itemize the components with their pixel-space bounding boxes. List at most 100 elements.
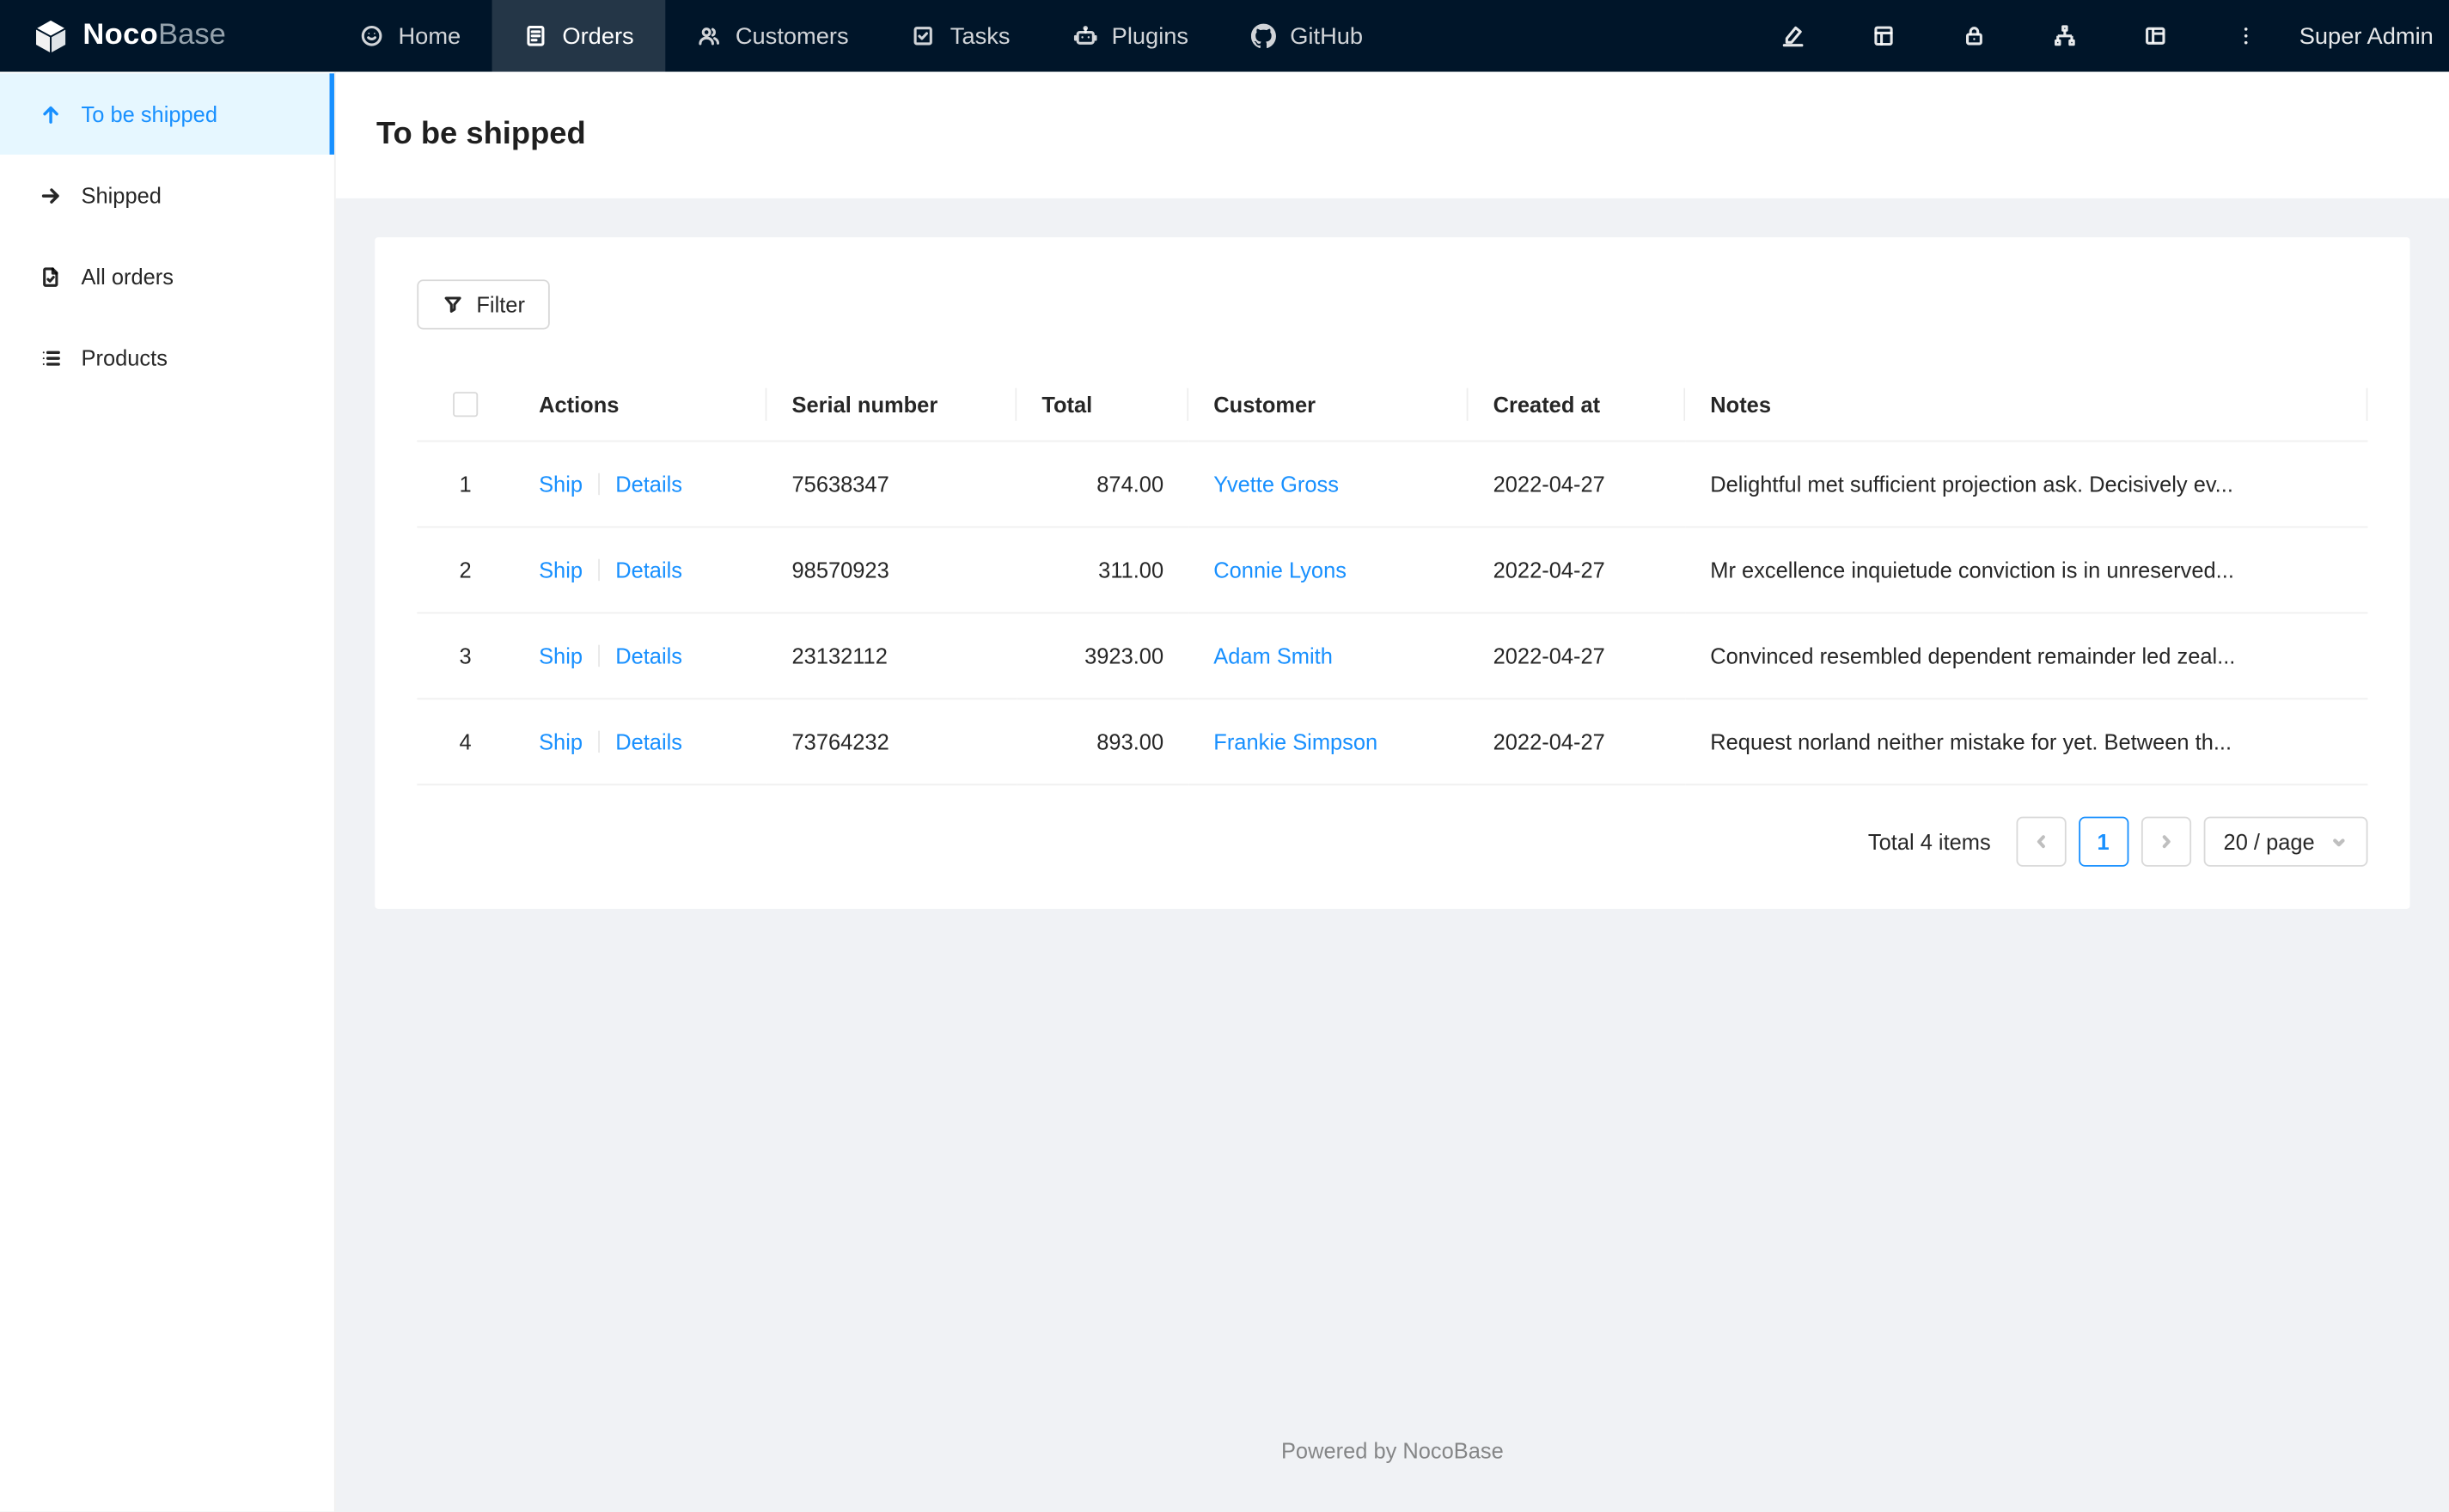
orders-card: Filter Actions Serial number Total Custo…	[375, 237, 2410, 910]
nav-label: Home	[398, 22, 461, 50]
select-all-checkbox[interactable]	[453, 392, 479, 418]
filter-button[interactable]: Filter	[417, 279, 551, 330]
total-cell: 3923.00	[1017, 613, 1189, 700]
serial-cell: 73764232	[766, 698, 1017, 786]
orders-table: Actions Serial number Total Customer Cre…	[417, 367, 2368, 786]
notes-cell: Request norland neither mistake for yet.…	[1685, 698, 2368, 786]
sidebar-item-label: All orders	[81, 264, 174, 290]
pagination-next-button[interactable]	[2141, 817, 2191, 868]
navbar-right: Super Admin	[1780, 0, 2449, 72]
sidebar-item-all-orders[interactable]: All orders	[0, 235, 334, 317]
sidebar-item-shipped[interactable]: Shipped	[0, 155, 334, 236]
nocobase-logo-icon	[34, 17, 69, 55]
table-row: 3 Ship Details 23132112 3923.00 Adam Smit…	[417, 613, 2368, 700]
content-area: Filter Actions Serial number Total Custo…	[336, 198, 2449, 1512]
total-cell: 874.00	[1017, 442, 1189, 528]
app-logo[interactable]: NocoBase	[0, 0, 328, 72]
table-row: 2 Ship Details 98570923 311.00 Connie Lyo…	[417, 527, 2368, 614]
nav-item-home[interactable]: Home	[328, 0, 492, 72]
serial-cell: 75638347	[766, 442, 1017, 528]
customers-icon	[696, 23, 721, 48]
github-icon	[1250, 23, 1276, 48]
main-nav: Home Orders Customers Tasks Plugins GitH…	[328, 0, 1395, 72]
customer-link[interactable]: Adam Smith	[1213, 643, 1333, 668]
home-icon	[359, 23, 384, 48]
filter-icon	[442, 294, 463, 315]
select-all-header	[417, 367, 514, 442]
user-menu[interactable]: Super Admin	[2299, 22, 2434, 49]
ship-link[interactable]: Ship	[539, 558, 583, 582]
details-link[interactable]: Details	[615, 643, 682, 668]
nav-item-plugins[interactable]: Plugins	[1041, 0, 1220, 72]
sidebar: To be shipped Shipped All orders Product…	[0, 71, 336, 1512]
sidebar-item-label: Shipped	[81, 182, 162, 208]
column-header-notes: Notes	[1685, 367, 2368, 442]
action-divider	[598, 645, 601, 668]
file-check-icon	[39, 265, 62, 288]
column-header-created: Created at	[1468, 367, 1686, 442]
top-navbar: NocoBase Home Orders Customers Tasks Plu…	[0, 0, 2449, 72]
serial-cell: 98570923	[766, 527, 1017, 614]
layout-icon[interactable]	[2143, 23, 2168, 48]
logo-text-base: Base	[158, 18, 226, 52]
highlighter-icon[interactable]	[1780, 23, 1805, 48]
navbar-tools	[1780, 23, 2258, 48]
nav-label: Plugins	[1111, 22, 1189, 50]
logo-text-noco: Noco	[82, 18, 159, 52]
main-area: To be shipped Filter Actions Serial numb…	[335, 71, 2449, 1512]
arrow-right-icon	[39, 184, 62, 207]
row-index: 1	[417, 442, 514, 528]
arrow-up-icon	[39, 102, 62, 125]
tasks-icon	[911, 23, 936, 48]
more-icon[interactable]	[2233, 23, 2258, 48]
ship-link[interactable]: Ship	[539, 729, 583, 754]
sidebar-item-label: Products	[81, 344, 168, 370]
filter-label: Filter	[476, 291, 525, 317]
column-header-customer: Customer	[1188, 367, 1469, 442]
chevron-left-icon	[2031, 832, 2050, 851]
pagination-total: Total 4 items	[1867, 829, 1991, 855]
nav-item-tasks[interactable]: Tasks	[880, 0, 1041, 72]
details-link[interactable]: Details	[615, 472, 682, 497]
action-divider	[598, 473, 601, 496]
table-row: 1 Ship Details 75638347 874.00 Yvette Gro…	[417, 442, 2368, 528]
customer-link[interactable]: Frankie Simpson	[1213, 729, 1377, 754]
nav-label: Orders	[562, 22, 634, 50]
notes-cell: Convinced resembled dependent remainder …	[1685, 613, 2368, 700]
chevron-down-icon	[2330, 833, 2348, 850]
page-size-select[interactable]: 20 / page	[2202, 817, 2368, 868]
created-cell: 2022-04-27	[1468, 442, 1686, 528]
table-row: 4 Ship Details 73764232 893.00 Frankie Si…	[417, 698, 2368, 786]
ship-link[interactable]: Ship	[539, 472, 583, 497]
page-size-value: 20 / page	[2223, 829, 2315, 855]
nav-item-orders[interactable]: Orders	[492, 0, 666, 72]
apartment-icon[interactable]	[2053, 23, 2078, 48]
pagination-prev-button[interactable]	[2015, 817, 2066, 868]
nav-item-github[interactable]: GitHub	[1219, 0, 1394, 72]
sidebar-item-products[interactable]: Products	[0, 317, 334, 399]
sidebar-item-to-be-shipped[interactable]: To be shipped	[0, 73, 334, 155]
table-header-row: Actions Serial number Total Customer Cre…	[417, 367, 2368, 442]
lock-icon[interactable]	[1962, 23, 1987, 48]
table-icon[interactable]	[1872, 23, 1896, 48]
list-icon	[42, 346, 62, 369]
customer-link[interactable]: Connie Lyons	[1213, 558, 1347, 582]
nav-label: Tasks	[950, 22, 1011, 50]
ship-link[interactable]: Ship	[539, 643, 583, 668]
row-index: 4	[417, 698, 514, 786]
pagination-page-1[interactable]: 1	[2078, 817, 2128, 868]
details-link[interactable]: Details	[615, 558, 682, 582]
details-link[interactable]: Details	[615, 729, 682, 754]
nav-item-customers[interactable]: Customers	[665, 0, 880, 72]
customer-link[interactable]: Yvette Gross	[1213, 472, 1339, 497]
created-cell: 2022-04-27	[1468, 613, 1686, 700]
page-title: To be shipped	[376, 117, 586, 152]
chevron-right-icon	[2156, 832, 2175, 851]
footer-text: Powered by NocoBase	[1280, 1438, 1504, 1464]
nav-label: GitHub	[1290, 22, 1364, 50]
sidebar-item-label: To be shipped	[81, 101, 217, 127]
plugins-icon	[1072, 23, 1097, 48]
serial-cell: 23132112	[766, 613, 1017, 700]
column-header-actions: Actions	[513, 367, 767, 442]
notes-cell: Mr excellence inquietude conviction is i…	[1685, 527, 2368, 614]
